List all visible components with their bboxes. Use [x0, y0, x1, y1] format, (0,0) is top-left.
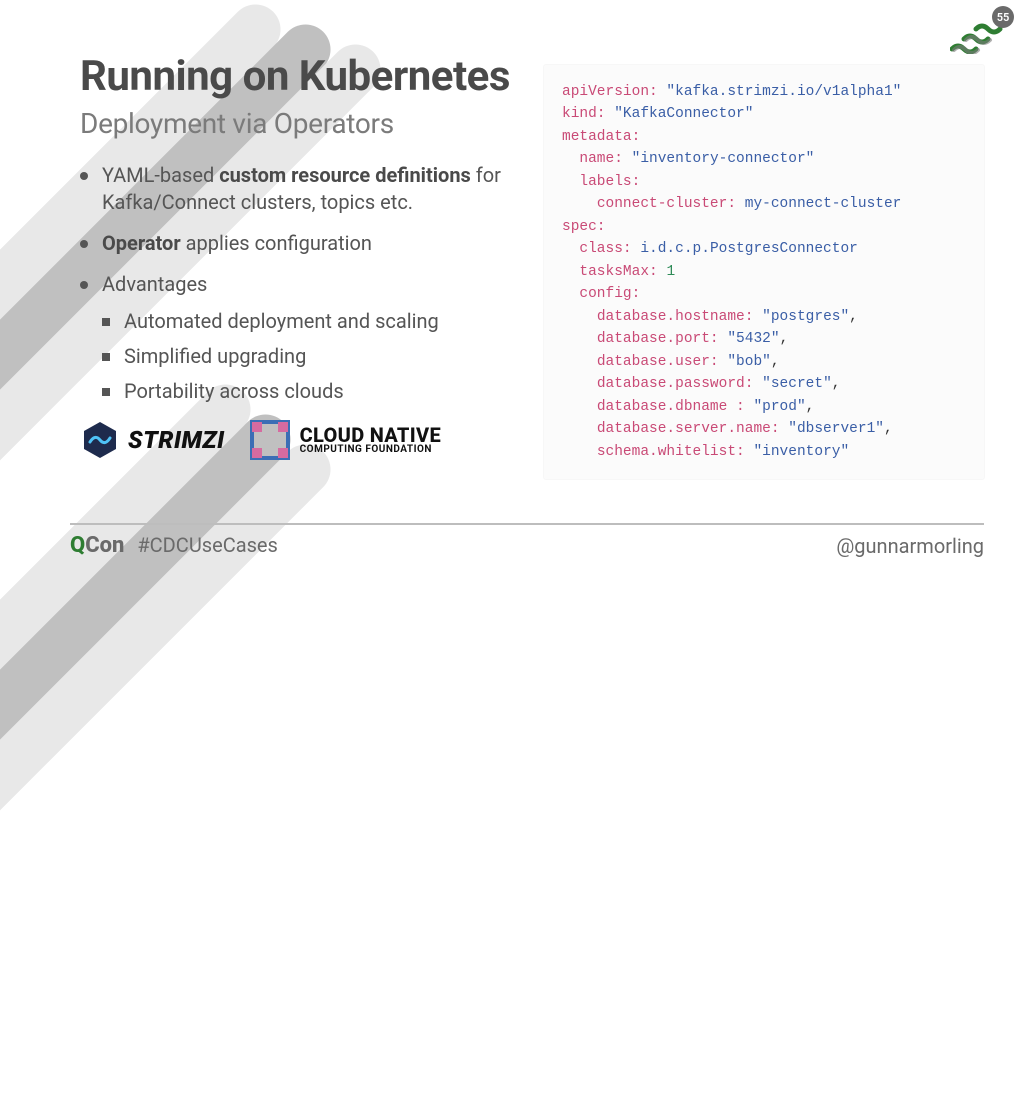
hashtag: #CDCUseCases [137, 533, 278, 557]
slide-footer: QCon #CDCUseCases @gunnarmorling [70, 523, 984, 558]
qcon-con: Con [85, 533, 124, 558]
bullet-item: YAML-based custom resource definitions f… [80, 162, 519, 216]
logo-row: STRIMZI CLOUD NATIVE COMPUTING FOUNDATIO… [80, 420, 519, 460]
strimzi-wordmark: STRIMZI [128, 426, 225, 454]
cncf-wordmark: CLOUD NATIVE COMPUTING FOUNDATION [300, 425, 441, 455]
strimzi-logo: STRIMZI [80, 420, 225, 460]
bullet-item: Advantages Automated deployment and scal… [80, 271, 519, 405]
qcon-q: Q [70, 533, 85, 558]
yaml-code-block: apiVersion: "kafka.strimzi.io/v1alpha1" … [544, 65, 984, 479]
sub-bullet-item: Simplified upgrading [102, 343, 519, 370]
footer-left: QCon #CDCUseCases [70, 533, 278, 558]
page-number-badge: 55 [992, 6, 1014, 28]
slide-subtitle: Deployment via Operators [80, 107, 519, 140]
sub-bullet-item: Automated deployment and scaling [102, 308, 519, 335]
strimzi-icon [80, 420, 120, 460]
sub-bullet-list: Automated deployment and scaling Simplif… [102, 308, 519, 405]
bullet-item: Operator applies configuration [80, 230, 519, 257]
cncf-icon [250, 420, 290, 460]
sub-bullet-item: Portability across clouds [102, 378, 519, 405]
slide-title: Running on Kubernetes [80, 55, 519, 99]
twitter-handle: @gunnarmorling [836, 534, 984, 558]
cncf-logo: CLOUD NATIVE COMPUTING FOUNDATION [250, 420, 441, 460]
bullet-list: YAML-based custom resource definitions f… [80, 162, 519, 405]
